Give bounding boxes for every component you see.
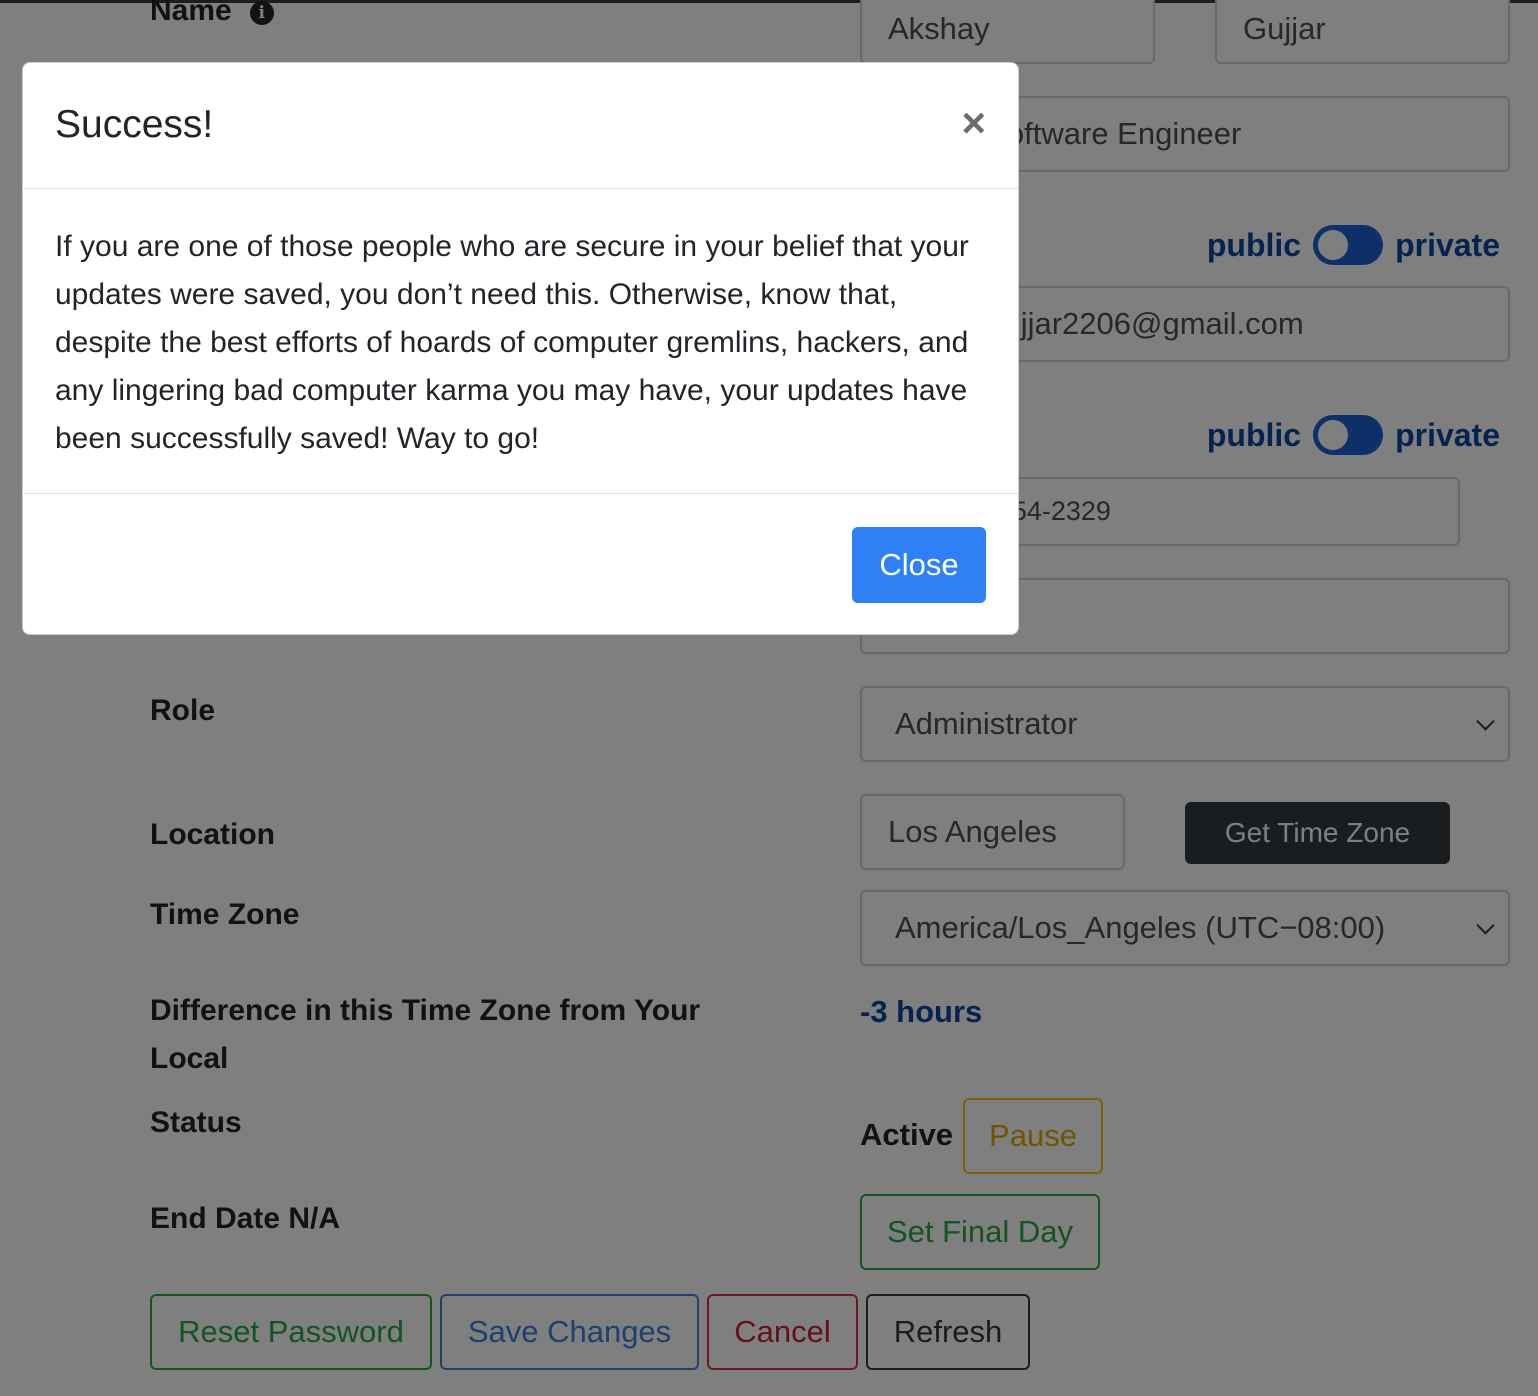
close-button[interactable]: Close bbox=[852, 527, 986, 603]
modal-title: Success! bbox=[55, 103, 214, 146]
modal-body-text: If you are one of those people who are s… bbox=[55, 230, 969, 455]
modal-header: Success! × bbox=[23, 63, 1018, 189]
modal-footer: Close bbox=[23, 493, 1018, 636]
success-modal: Success! × If you are one of those peopl… bbox=[22, 62, 1019, 635]
close-icon[interactable]: × bbox=[961, 101, 986, 145]
